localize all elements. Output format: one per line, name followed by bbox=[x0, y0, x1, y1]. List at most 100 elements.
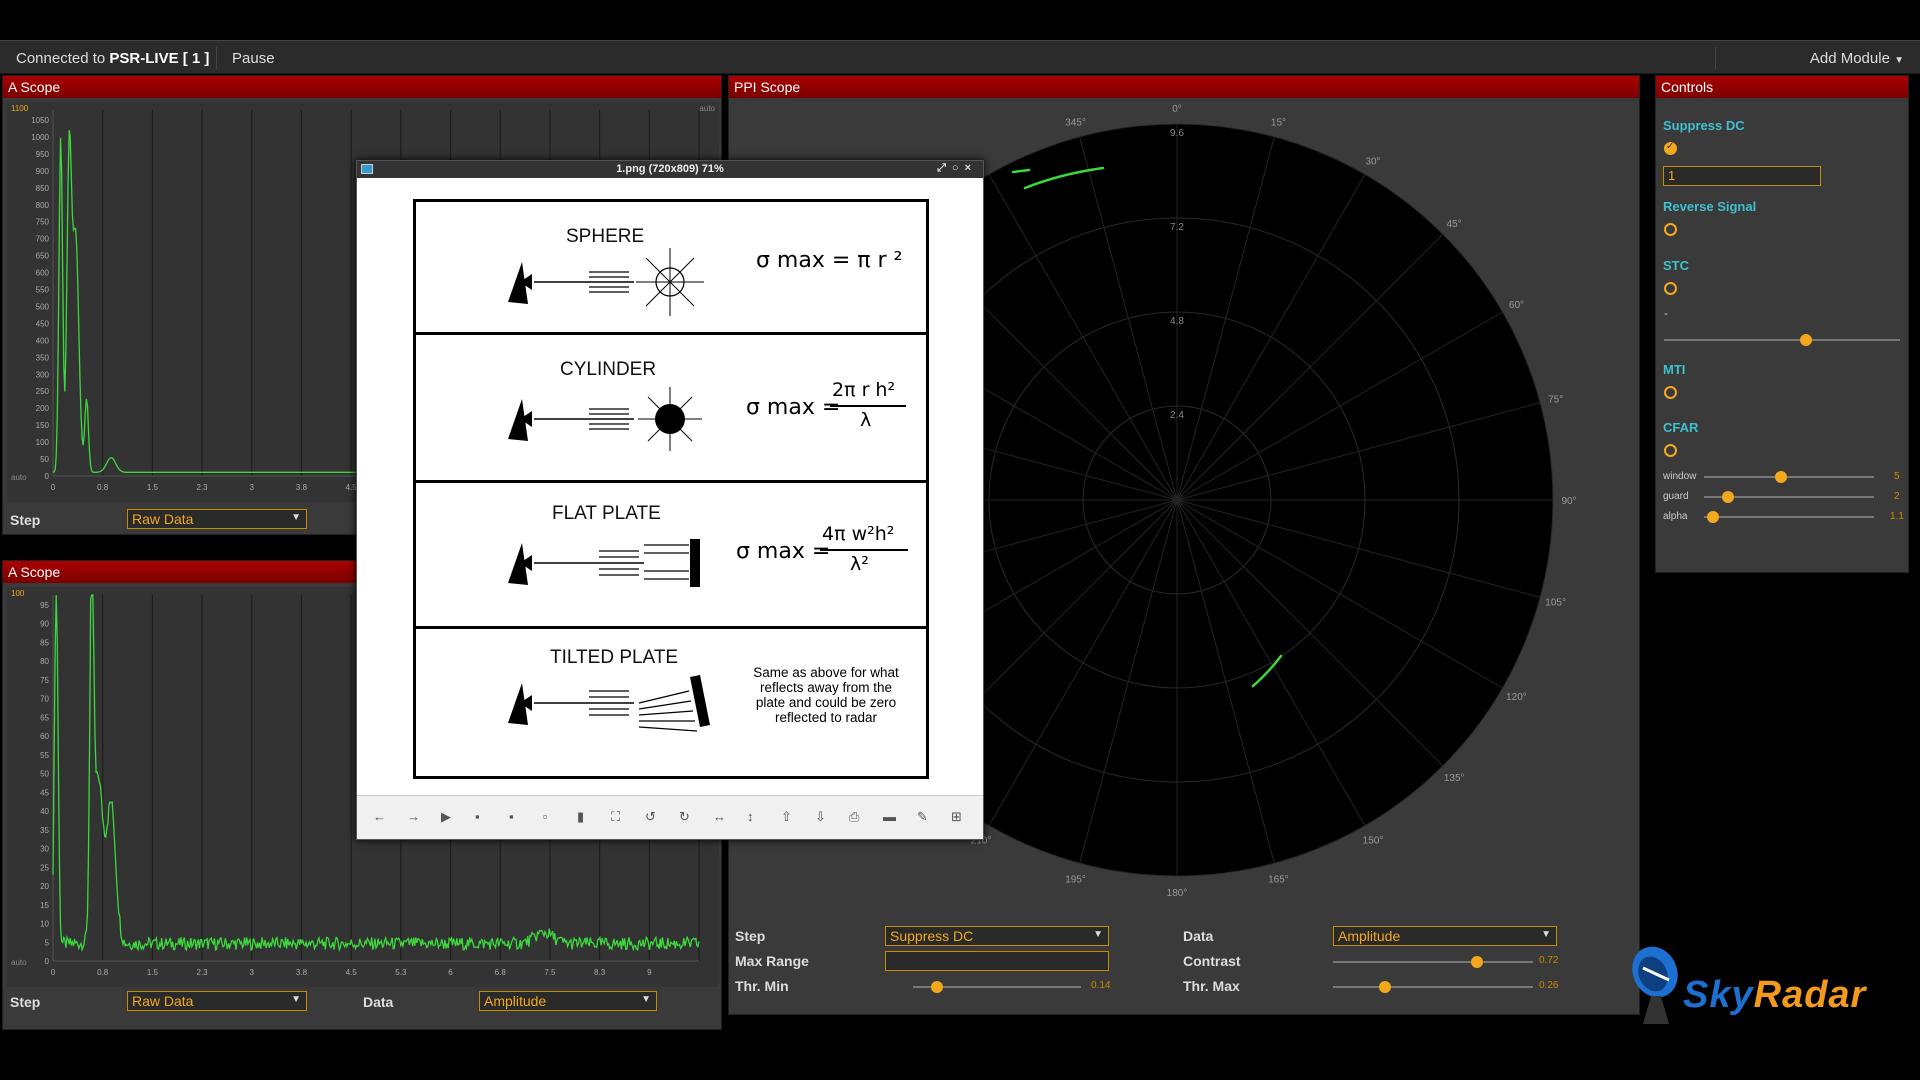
guard-label: guard bbox=[1663, 491, 1689, 502]
expand-icon[interactable]: ⊞ bbox=[951, 809, 962, 825]
x-tick-label: 3 bbox=[250, 483, 255, 492]
slider-handle[interactable] bbox=[930, 981, 943, 993]
pause-button[interactable]: Pause bbox=[232, 50, 275, 67]
y-tick-label: 35 bbox=[40, 826, 49, 835]
close-icon[interactable]: × bbox=[965, 162, 977, 174]
stc-slider[interactable] bbox=[1664, 334, 1900, 346]
x-tick-label: 1.5 bbox=[147, 968, 159, 977]
y-tick-label: 25 bbox=[40, 863, 49, 872]
flip-vertical-icon[interactable]: ↕ bbox=[747, 809, 754, 824]
auto-label: auto bbox=[11, 958, 27, 967]
window-label: window bbox=[1663, 471, 1697, 482]
zoom-in-icon[interactable]: ▪ bbox=[509, 809, 514, 824]
window-buttons: ⤢○× bbox=[937, 162, 977, 175]
x-tick-label: 3.8 bbox=[296, 968, 308, 977]
play-icon[interactable]: ▶ bbox=[441, 809, 451, 825]
thr-max-label: Thr. Max bbox=[1183, 978, 1240, 994]
flip-horizontal-icon[interactable]: ↔ bbox=[713, 809, 726, 824]
next-icon[interactable]: → bbox=[407, 809, 420, 824]
edit-icon[interactable]: ✎ bbox=[917, 809, 928, 825]
panel-title: Controls bbox=[1656, 76, 1908, 98]
step-select[interactable]: Raw Data ▼ bbox=[127, 509, 307, 529]
thr-max-slider[interactable] bbox=[1333, 981, 1533, 993]
slider-handle[interactable] bbox=[1706, 511, 1719, 523]
print-icon[interactable]: ⎙ bbox=[849, 809, 859, 825]
suppress-dc-input[interactable]: 1 bbox=[1663, 166, 1821, 186]
app-window: Connected to PSR-LIVE [ 1 ] Pause Add Mo… bbox=[0, 0, 1920, 1080]
y-max-label: 100 bbox=[11, 589, 25, 598]
zoom-out-icon[interactable]: ▪ bbox=[475, 809, 480, 824]
thr-min-label: Thr. Min bbox=[735, 978, 789, 994]
slider-track bbox=[1333, 986, 1533, 988]
step-select[interactable]: Raw Data ▼ bbox=[127, 991, 307, 1011]
download-icon[interactable]: ⇩ bbox=[815, 809, 826, 825]
add-module-label: Add Module bbox=[1809, 50, 1890, 67]
fit-icon[interactable]: ▫ bbox=[543, 809, 548, 824]
cfar-toggle[interactable] bbox=[1664, 444, 1677, 457]
guard-slider[interactable] bbox=[1704, 491, 1874, 503]
mti-label: MTI bbox=[1663, 362, 1686, 377]
slider-handle[interactable] bbox=[1471, 956, 1483, 968]
divider bbox=[1715, 47, 1716, 69]
rotate-left-icon[interactable]: ↺ bbox=[645, 809, 656, 825]
prev-icon[interactable]: ← bbox=[373, 809, 386, 824]
stc-toggle[interactable] bbox=[1664, 282, 1677, 295]
alpha-value: 1.1 bbox=[1890, 511, 1904, 522]
tilted-plate-note: Same as above for what reflects away fro… bbox=[753, 665, 899, 725]
upload-icon[interactable]: ⇧ bbox=[781, 809, 792, 825]
data-select[interactable]: Amplitude ▼ bbox=[479, 991, 657, 1011]
logo-text-radar: Radar bbox=[1753, 974, 1867, 1016]
viewer-title-bar[interactable]: 1.png (720x809) 71% ⤢○× bbox=[357, 161, 983, 178]
contrast-slider[interactable] bbox=[1333, 956, 1533, 968]
y-tick-label: 650 bbox=[36, 252, 50, 261]
add-module-button[interactable]: Add Module ▼ bbox=[1810, 50, 1904, 67]
y-tick-label: 85 bbox=[40, 638, 49, 647]
contrast-label: Contrast bbox=[1183, 953, 1241, 969]
suppress-dc-label: Suppress DC bbox=[1663, 118, 1745, 133]
reverse-signal-toggle[interactable] bbox=[1664, 223, 1677, 236]
y-tick-label: 450 bbox=[36, 319, 50, 328]
panel-title: PPI Scope bbox=[729, 76, 1639, 98]
flat-plate-equation-lhs: σ max = bbox=[736, 539, 831, 564]
slider-handle[interactable] bbox=[1774, 471, 1787, 483]
y-tick-label: 200 bbox=[36, 404, 50, 413]
y-tick-label: 0 bbox=[45, 472, 50, 481]
slider-track bbox=[1664, 339, 1900, 341]
cylinder-illustration bbox=[508, 387, 702, 451]
x-tick-label: 2.3 bbox=[197, 483, 209, 492]
slider-handle[interactable] bbox=[1721, 491, 1734, 503]
fullscreen-icon[interactable]: ⛶ bbox=[611, 809, 620, 825]
fraction-bar bbox=[820, 549, 908, 551]
thr-min-slider[interactable] bbox=[913, 981, 1081, 993]
y-tick-label: 850 bbox=[36, 184, 50, 193]
y-tick-label: 15 bbox=[40, 901, 49, 910]
data-label: Data bbox=[363, 994, 394, 1010]
slider-handle[interactable] bbox=[1379, 981, 1391, 993]
rotate-right-icon[interactable]: ↻ bbox=[679, 809, 690, 825]
slider-track bbox=[1704, 516, 1874, 518]
ppi-data-select[interactable]: Amplitude ▼ bbox=[1333, 926, 1557, 946]
resize-icon[interactable]: ⤢ bbox=[937, 162, 952, 174]
flat-plate-name: FLAT PLATE bbox=[552, 503, 661, 524]
y-tick-label: 80 bbox=[40, 657, 49, 666]
cylinder-row: CYLINDER σ max = 2π r h² λ bbox=[416, 335, 926, 483]
actual-size-icon[interactable]: ▮ bbox=[577, 809, 584, 825]
reverse-signal-label: Reverse Signal bbox=[1663, 199, 1757, 214]
ppi-step-label: Step bbox=[735, 928, 766, 944]
mti-toggle[interactable] bbox=[1664, 386, 1677, 399]
image-viewer-window: 1.png (720x809) 71% ⤢○× SPHERE σ max = π… bbox=[356, 160, 984, 840]
x-tick-label: 6 bbox=[448, 968, 453, 977]
maximize-icon[interactable]: ○ bbox=[952, 162, 965, 174]
window-value: 5 bbox=[1894, 471, 1900, 482]
ppi-step-select[interactable]: Suppress DC ▼ bbox=[885, 926, 1109, 946]
slider-handle[interactable] bbox=[1799, 334, 1812, 346]
delete-icon[interactable]: ▬ bbox=[883, 809, 896, 824]
image-icon bbox=[361, 164, 373, 174]
suppress-dc-toggle[interactable] bbox=[1664, 141, 1677, 155]
max-range-input[interactable] bbox=[885, 951, 1109, 971]
window-slider[interactable] bbox=[1704, 471, 1874, 483]
bearing-label: 195° bbox=[1065, 875, 1086, 886]
alpha-slider[interactable] bbox=[1704, 511, 1874, 523]
controls-panel: Controls Suppress DC 1 Reverse Signal ST… bbox=[1655, 75, 1909, 573]
bearing-label: 135° bbox=[1444, 773, 1465, 784]
